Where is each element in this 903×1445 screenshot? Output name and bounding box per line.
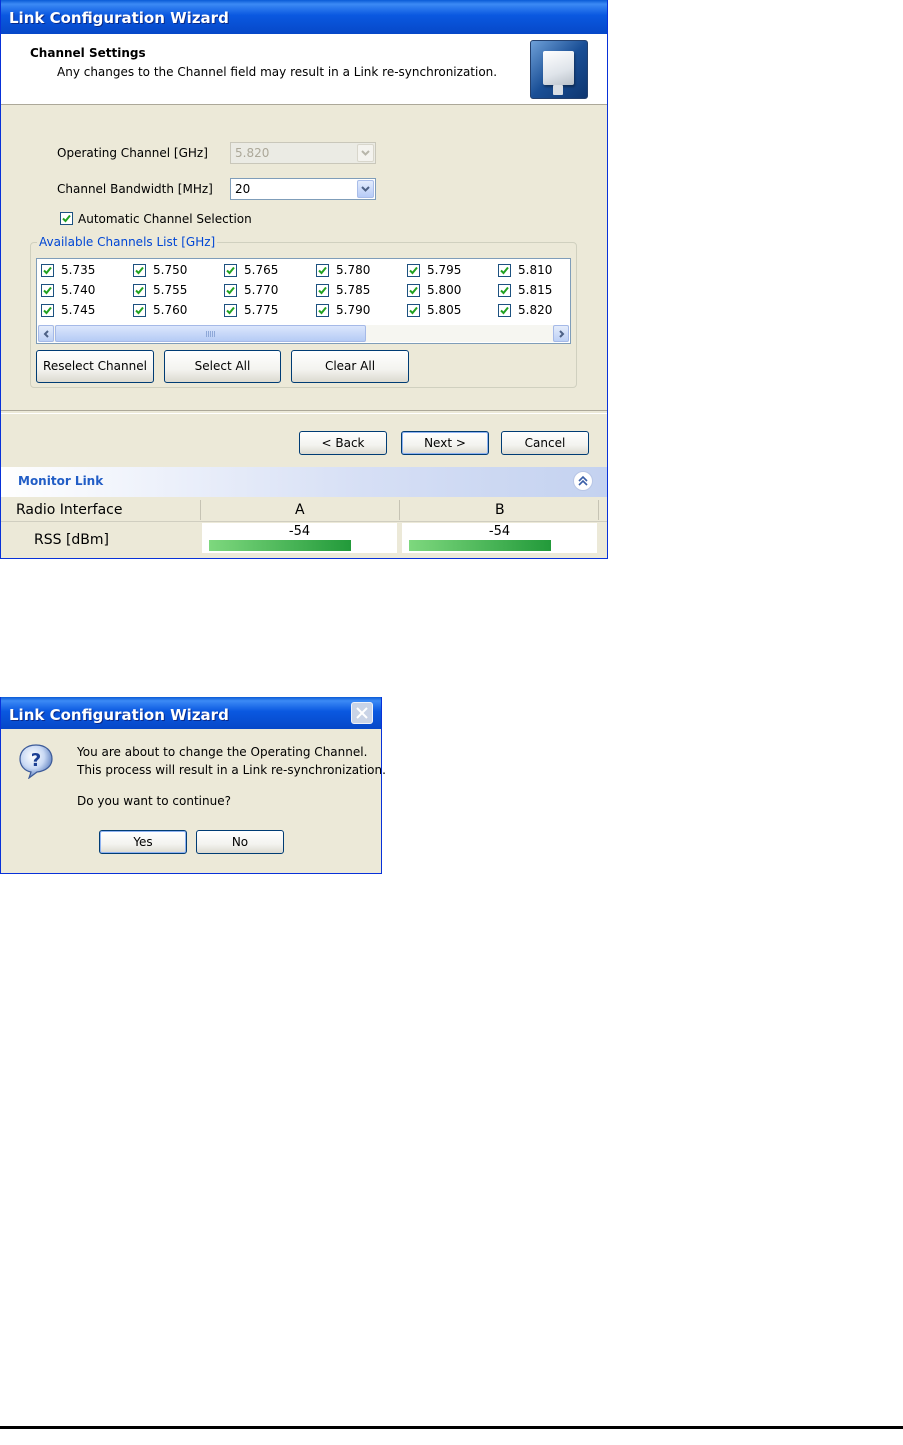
wizard-header: Channel Settings Any changes to the Chan… <box>1 34 607 105</box>
channel-checkbox[interactable] <box>41 304 54 317</box>
channel-list[interactable]: 5.820 5.805 5.790 5.775 5.760 5.745 5.815 5.800… <box>36 258 571 344</box>
rss-value-b: -54 <box>402 523 597 553</box>
scroll-left-button[interactable] <box>38 325 54 342</box>
channel-checkbox[interactable] <box>133 284 146 297</box>
page-subtitle: Any changes to the Channel field may res… <box>57 65 498 79</box>
rss-label: RSS [dBm] <box>34 532 110 548</box>
chevron-down-icon <box>357 180 374 198</box>
channel-checkbox[interactable] <box>316 284 329 297</box>
channel-checkbox[interactable] <box>41 264 54 277</box>
available-channels-legend: Available Channels List [GHz] <box>37 235 218 249</box>
channel-label: 5.810 <box>518 263 553 277</box>
scroll-thumb[interactable] <box>55 325 366 342</box>
channel-label: 5.760 <box>153 303 188 317</box>
scroll-right-button[interactable] <box>553 325 569 342</box>
channel-label: 5.745 <box>61 303 96 317</box>
collapse-icon[interactable] <box>573 471 593 491</box>
channel-label: 5.820 <box>518 303 553 317</box>
channel-bandwidth-select[interactable]: 20 <box>230 178 376 200</box>
page-title: Channel Settings <box>30 46 146 60</box>
channel-checkbox[interactable] <box>316 304 329 317</box>
channel-checkbox[interactable] <box>224 304 237 317</box>
channel-checkbox[interactable] <box>498 264 511 277</box>
rss-value-a: -54 <box>202 523 397 553</box>
auto-channel-label: Automatic Channel Selection <box>78 212 252 226</box>
channel-label: 5.755 <box>153 283 188 297</box>
chevron-down-icon <box>357 144 374 162</box>
wizard-title-bar: Link Configuration Wizard <box>1 0 607 34</box>
channel-label: 5.795 <box>427 263 462 277</box>
link-configuration-wizard: Link Configuration Wizard Channel Settin… <box>0 0 608 559</box>
channel-checkbox[interactable] <box>407 304 420 317</box>
auto-channel-checkbox[interactable] <box>60 212 73 225</box>
rss-value-a-text: -54 <box>288 524 311 539</box>
rss-bar-a <box>209 540 351 551</box>
operating-channel-value: 5.820 <box>235 146 270 160</box>
column-a-header: A <box>295 502 305 518</box>
channel-checkbox[interactable] <box>407 284 420 297</box>
dialog-title: Link Configuration Wizard <box>9 706 229 724</box>
channel-label: 5.740 <box>61 283 96 297</box>
channel-label: 5.805 <box>427 303 462 317</box>
dialog-message-line3: Do you want to continue? <box>77 794 231 808</box>
rss-value-b-text: -54 <box>488 524 511 539</box>
dialog-message-line2: This process will result in a Link re-sy… <box>77 763 386 777</box>
operating-channel-select[interactable]: 5.820 <box>230 142 376 164</box>
yes-button[interactable]: Yes <box>99 830 187 854</box>
back-button[interactable]: < Back <box>299 431 387 455</box>
channel-label: 5.800 <box>427 283 462 297</box>
no-button[interactable]: No <box>196 830 284 854</box>
wizard-title: Link Configuration Wizard <box>9 9 229 27</box>
channel-checkbox[interactable] <box>407 264 420 277</box>
channel-label: 5.770 <box>244 283 279 297</box>
dialog-message-line1: You are about to change the Operating Ch… <box>77 745 368 759</box>
channel-label: 5.750 <box>153 263 188 277</box>
select-all-button[interactable]: Select All <box>164 350 281 383</box>
channel-checkbox[interactable] <box>224 264 237 277</box>
next-button[interactable]: Next > <box>401 431 489 455</box>
channel-checkbox[interactable] <box>498 304 511 317</box>
channel-checkbox[interactable] <box>224 284 237 297</box>
confirm-dialog: Link Configuration Wizard ? You are abou… <box>0 697 386 874</box>
channel-label: 5.765 <box>244 263 279 277</box>
clear-all-button[interactable]: Clear All <box>291 350 409 383</box>
operating-channel-label: Operating Channel [GHz] <box>57 146 208 160</box>
antenna-panel-icon <box>530 40 588 99</box>
channel-label: 5.775 <box>244 303 279 317</box>
divider <box>1 410 607 414</box>
reselect-channel-button[interactable]: Reselect Channel <box>36 350 154 383</box>
close-icon[interactable] <box>351 702 373 724</box>
monitor-link-title: Monitor Link <box>18 474 104 488</box>
radio-interface-label: Radio Interface <box>16 502 123 518</box>
question-icon: ? <box>18 743 54 780</box>
channel-label: 5.785 <box>336 283 371 297</box>
channel-label: 5.735 <box>61 263 96 277</box>
rss-bar-b <box>409 540 551 551</box>
channel-bandwidth-label: Channel Bandwidth [MHz] <box>57 182 213 196</box>
channel-label: 5.815 <box>518 283 553 297</box>
horizontal-scrollbar[interactable] <box>38 325 569 342</box>
channel-checkbox[interactable] <box>498 284 511 297</box>
channel-checkbox[interactable] <box>133 304 146 317</box>
channel-checkbox[interactable] <box>133 264 146 277</box>
monitor-link-bar: Monitor Link <box>1 467 607 497</box>
dialog-title-bar: Link Configuration Wizard <box>1 697 381 729</box>
page-bottom-rule <box>0 1426 903 1429</box>
channel-label: 5.790 <box>336 303 371 317</box>
cancel-button[interactable]: Cancel <box>501 431 589 455</box>
monitor-table: Radio Interface A B RSS [dBm] -54 -54 <box>1 497 607 558</box>
svg-text:?: ? <box>31 750 41 771</box>
channel-checkbox[interactable] <box>41 284 54 297</box>
channel-bandwidth-value: 20 <box>235 182 251 196</box>
column-b-header: B <box>495 502 505 518</box>
channel-label: 5.780 <box>336 263 371 277</box>
channel-checkbox[interactable] <box>316 264 329 277</box>
